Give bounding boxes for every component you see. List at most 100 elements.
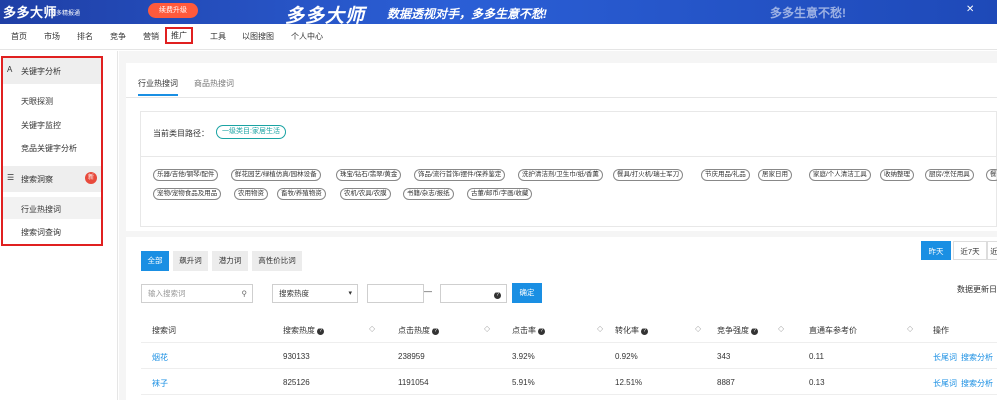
banner-brand: 多多大师 <box>285 6 366 24</box>
nav-market[interactable]: 市场 <box>44 31 60 42</box>
category-chip[interactable]: 餐 <box>986 169 997 181</box>
row-competition: 343 <box>717 352 731 361</box>
row-search-word[interactable]: 烟花 <box>152 352 168 363</box>
app-logo: 多多大师 <box>3 5 58 20</box>
sidebar: A 关键字分析 天眼探测 关键字监控 竞品关键字分析 ☰ 搜索洞察 新 行业热搜… <box>0 51 118 400</box>
tab-divider <box>126 97 997 98</box>
row-search-analysis-link[interactable]: 搜索分析 <box>961 378 993 389</box>
search-icon[interactable]: ⚲ <box>242 285 248 302</box>
filter-tab-all[interactable]: 全部 <box>141 251 169 271</box>
sort-icon[interactable]: ◇ <box>597 324 603 333</box>
category-chip[interactable]: 农用物资 <box>234 188 268 200</box>
category-chip[interactable]: 畜牧/养殖物资 <box>277 188 326 200</box>
nav-tools[interactable]: 工具 <box>210 31 226 42</box>
banner-slogan: 数据透视对手，多多生意不愁! <box>387 7 547 21</box>
nav-marketing[interactable]: 营销 <box>143 31 159 42</box>
sort-select[interactable]: 搜索热度 ▾ <box>272 284 358 303</box>
category-chip[interactable]: 书籍/杂志/报纸 <box>403 188 454 200</box>
table-row <box>141 343 997 369</box>
day-button-more[interactable]: 近 <box>987 241 997 260</box>
sidebar-item-sky-eye[interactable]: 天眼探测 <box>21 96 53 107</box>
row-cpc: 0.11 <box>809 352 824 361</box>
category-chip[interactable]: 宠物/宠物食品及用品 <box>153 188 222 200</box>
help-icon: ? <box>538 328 545 335</box>
nav-home[interactable]: 首页 <box>11 31 27 42</box>
header-search-heat[interactable]: 搜索热度? <box>283 325 324 336</box>
search-input[interactable]: 输入搜索词 ⚲ <box>141 284 253 303</box>
row-longtail-link[interactable]: 长尾词 <box>933 352 957 363</box>
header-competition[interactable]: 竞争强度? <box>717 325 758 336</box>
row-search-word[interactable]: 袜子 <box>152 378 168 389</box>
help-icon: ? <box>641 328 648 335</box>
header-actions: 操作 <box>933 326 949 335</box>
nav-competition[interactable]: 竞争 <box>110 31 126 42</box>
category-chip[interactable]: 家庭/个人清洁工具 <box>809 169 871 181</box>
nav-user-center[interactable]: 个人中心 <box>291 31 323 42</box>
range-max-input[interactable]: ? <box>440 284 507 303</box>
category-chip[interactable]: 乐器/吉他/钢琴/配件 <box>153 169 219 181</box>
close-icon[interactable]: ✕ <box>966 4 974 15</box>
sidebar-item-keyword-monitor[interactable]: 关键字监控 <box>21 120 61 131</box>
chevron-down-icon: ▾ <box>348 290 352 297</box>
range-min-input[interactable] <box>367 284 424 303</box>
filter-tab-potential[interactable]: 潜力词 <box>212 251 248 271</box>
sort-select-value: 搜索热度 <box>279 289 309 298</box>
row-longtail-link[interactable]: 长尾词 <box>933 378 957 389</box>
sidebar-item-competitor-keywords[interactable]: 竞品关键字分析 <box>21 143 77 154</box>
tab-product-hot-words[interactable]: 商品热搜词 <box>194 78 234 89</box>
filter-icon: ☰ <box>7 173 15 182</box>
row-competition: 8887 <box>717 378 735 387</box>
main-nav: 首页 市场 排名 竞争 营销 推广 工具 以图搜图 个人中心 <box>0 24 997 50</box>
sort-icon[interactable]: ◇ <box>907 324 913 333</box>
category-path-label: 当前类目路径： <box>153 129 209 138</box>
category-chip[interactable]: 洗护清洁剂/卫生巾/纸/香薰 <box>518 169 603 181</box>
sort-icon[interactable]: ◇ <box>369 324 375 333</box>
nav-image-search[interactable]: 以图搜图 <box>242 31 274 42</box>
sort-icon[interactable]: ◇ <box>484 324 490 333</box>
category-panel: 行业热搜词 商品热搜词 当前类目路径： 一级类目:家居生活 乐器/吉他/钢琴/配… <box>126 63 997 231</box>
tab-industry-hot-words[interactable]: 行业热搜词 <box>138 78 178 96</box>
update-date-text: 数据更新日 <box>957 285 997 294</box>
logo-subtitle: 多多精报通 <box>50 11 81 17</box>
category-chip[interactable]: 厨房/烹饪用具 <box>925 169 974 181</box>
main-content: 行业热搜词 商品热搜词 当前类目路径： 一级类目:家居生活 乐器/吉他/钢琴/配… <box>119 51 997 400</box>
sort-icon[interactable]: ◇ <box>695 324 701 333</box>
row-click-heat: 238959 <box>398 352 425 361</box>
confirm-button[interactable]: 确定 <box>512 283 542 303</box>
header-cpc: 直通车参考价 <box>809 326 857 335</box>
sidebar-section-keyword-analysis[interactable]: A 关键字分析 <box>3 58 101 84</box>
header-ctr[interactable]: 点击率? <box>512 325 545 336</box>
category-chip[interactable]: 珠宝/钻石/翡翠/黄金 <box>336 169 402 181</box>
row-search-heat: 825126 <box>283 378 310 387</box>
category-chip[interactable]: 居家日用 <box>758 169 792 181</box>
category-divider <box>141 156 997 157</box>
sidebar-item-search-word-query[interactable]: 搜索词查询 <box>21 227 61 238</box>
category-chip[interactable]: 节庆用品/礼品 <box>701 169 750 181</box>
filter-tab-rising[interactable]: 飙升词 <box>173 251 208 271</box>
sidebar-section-title: 搜索洞察 <box>21 175 53 184</box>
category-chip[interactable]: 鲜花园艺/绿植仿真/园林设备 <box>231 169 321 181</box>
category-chip[interactable]: 古董/邮币/字画/收藏 <box>467 188 533 200</box>
category-chip[interactable]: 饰品/流行首饰/摆件/保养鉴定 <box>414 169 506 181</box>
table-row <box>141 369 997 395</box>
category-path-pill[interactable]: 一级类目:家居生活 <box>216 125 286 139</box>
sidebar-item-industry-hot-words[interactable]: 行业热搜词 <box>21 204 61 215</box>
top-banner: 多多大师 多多精报通 续费升级 多多大师 数据透视对手，多多生意不愁! 多多生意… <box>0 0 997 24</box>
day-button-7days[interactable]: 近7天 <box>953 241 987 260</box>
category-box: 当前类目路径： 一级类目:家居生活 乐器/吉他/钢琴/配件 鲜花园艺/绿植仿真/… <box>140 111 997 227</box>
header-click-heat[interactable]: 点击热度? <box>398 325 439 336</box>
day-button-yesterday[interactable]: 昨天 <box>921 241 951 260</box>
header-cvr[interactable]: 转化率? <box>615 325 648 336</box>
category-chip[interactable]: 餐具/打火机/瑞士军刀 <box>613 169 684 181</box>
nav-ranking[interactable]: 排名 <box>77 31 93 42</box>
filter-tab-value[interactable]: 高性价比词 <box>252 251 302 271</box>
category-chip[interactable]: 收纳整理 <box>880 169 914 181</box>
sidebar-highlight-box: A 关键字分析 天眼探测 关键字监控 竞品关键字分析 ☰ 搜索洞察 新 行业热搜… <box>1 56 103 246</box>
sort-icon[interactable]: ◇ <box>778 324 784 333</box>
row-cpc: 0.13 <box>809 378 825 387</box>
row-search-analysis-link[interactable]: 搜索分析 <box>961 352 993 363</box>
nav-promotion[interactable]: 推广 <box>165 27 193 44</box>
sidebar-section-search-insight[interactable]: ☰ 搜索洞察 新 <box>3 166 101 192</box>
category-chip[interactable]: 农机/农具/农膜 <box>340 188 391 200</box>
upgrade-button[interactable]: 续费升级 <box>148 3 198 18</box>
